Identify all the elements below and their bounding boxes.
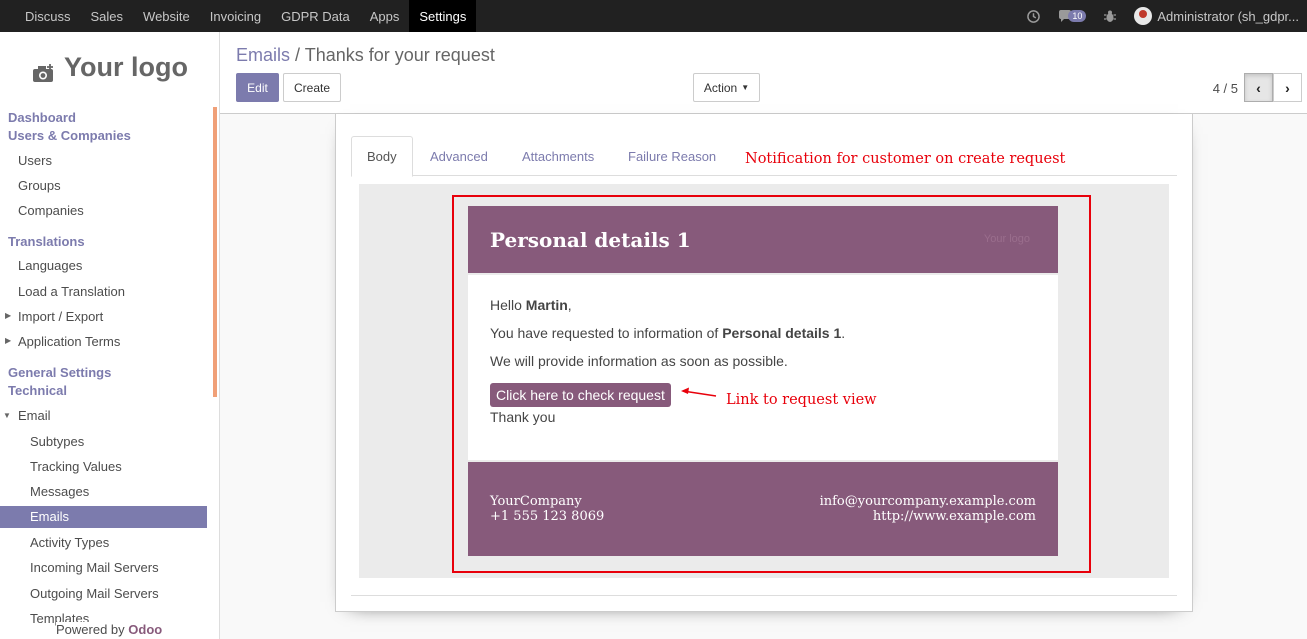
email-logo: Your logo: [983, 233, 1030, 245]
sidebar-general-settings[interactable]: General Settings: [8, 365, 111, 380]
menu-sales[interactable]: Sales: [81, 0, 134, 32]
sidebar-item-languages[interactable]: Languages: [18, 258, 82, 273]
breadcrumb: Emails / Thanks for your request: [236, 45, 495, 66]
odoo-link[interactable]: Odoo: [128, 622, 162, 637]
footer-website[interactable]: http://www.example.com: [820, 509, 1036, 524]
top-navbar: Discuss Sales Website Invoicing GDPR Dat…: [0, 0, 1307, 32]
chevron-left-icon: ‹: [1256, 79, 1261, 96]
sidebar-item-incoming-mail-servers[interactable]: Incoming Mail Servers: [30, 560, 159, 575]
menu-apps[interactable]: Apps: [360, 0, 410, 32]
control-panel: Emails / Thanks for your request Edit Cr…: [220, 32, 1307, 114]
request-name: Personal details 1: [722, 325, 842, 341]
tab-body[interactable]: Body: [351, 136, 413, 177]
sidebar-item-activity-types[interactable]: Activity Types: [30, 535, 109, 550]
chevron-right-icon: ›: [1285, 79, 1290, 96]
sidebar-item-email[interactable]: Email: [18, 408, 51, 423]
sidebar-item-messages[interactable]: Messages: [30, 484, 89, 499]
tab-attachments[interactable]: Attachments: [522, 136, 594, 176]
breadcrumb-emails[interactable]: Emails: [236, 45, 290, 65]
user-menu[interactable]: Administrator (sh_gdpr...: [1157, 9, 1299, 24]
caret-right-icon: ▶: [5, 311, 12, 320]
email-footer: YourCompany +1 555 123 8069 info@yourcom…: [468, 462, 1058, 556]
sidebar-item-companies[interactable]: Companies: [18, 203, 84, 218]
menu-settings[interactable]: Settings: [409, 0, 477, 32]
caret-down-icon: ▼: [3, 411, 11, 420]
sidebar-item-subtypes[interactable]: Subtypes: [30, 434, 84, 449]
sidebar-technical[interactable]: Technical: [8, 383, 67, 398]
menu-invoicing[interactable]: Invoicing: [200, 0, 271, 32]
request-line: You have requested to information of Per…: [490, 325, 846, 341]
sidebar-item-users[interactable]: Users: [18, 153, 52, 168]
check-request-button[interactable]: Click here to check request: [490, 383, 671, 407]
caret-down-icon: ▼: [741, 83, 750, 92]
sidebar-item-emails[interactable]: Emails: [0, 506, 207, 528]
next-record-button[interactable]: ›: [1273, 73, 1302, 102]
clock-icon[interactable]: [1027, 9, 1041, 23]
customer-name: Martin: [525, 297, 568, 313]
sidebar-item-tracking-values[interactable]: Tracking Values: [30, 459, 122, 474]
email-title: Personal details 1: [490, 228, 691, 252]
form-view: Body Advanced Attachments Failure Reason…: [220, 114, 1307, 639]
powered-by: Powered by Odoo: [56, 622, 163, 637]
email-header: Personal details 1 Your logo: [468, 206, 1058, 273]
action-dropdown[interactable]: Action ▼: [693, 73, 760, 102]
sidebar-item-application-terms[interactable]: Application Terms: [18, 334, 120, 349]
app-menu: Discuss Sales Website Invoicing GDPR Dat…: [0, 0, 477, 32]
footer-phone: +1 555 123 8069: [490, 509, 605, 524]
tab-advanced[interactable]: Advanced: [430, 136, 488, 176]
powered-prefix: Powered by: [56, 622, 125, 637]
chat-count-badge: 10: [1068, 10, 1087, 22]
chat-icon[interactable]: 10: [1058, 10, 1087, 22]
sidebar-users-companies[interactable]: Users & Companies: [8, 128, 131, 143]
user-avatar[interactable]: [1134, 7, 1153, 25]
menu-discuss[interactable]: Discuss: [15, 0, 81, 32]
camera-icon: [32, 59, 56, 82]
sidebar-item-groups[interactable]: Groups: [18, 178, 61, 193]
annotation-link: Link to request view: [726, 392, 877, 408]
create-button[interactable]: Create: [283, 73, 341, 102]
previous-record-button[interactable]: ‹: [1244, 73, 1273, 102]
form-sheet: Body Advanced Attachments Failure Reason…: [335, 114, 1193, 612]
breadcrumb-current: Thanks for your request: [304, 45, 495, 65]
caret-right-icon: ▶: [5, 336, 12, 345]
sidebar-item-load-translation[interactable]: Load a Translation: [18, 284, 125, 299]
company-logo[interactable]: Your logo: [32, 52, 188, 83]
divider: [351, 595, 1177, 596]
pager-value: 4 / 5: [1212, 81, 1238, 96]
email-content: Hello Martin, You have requested to info…: [468, 275, 1058, 460]
greeting: Hello Martin,: [490, 297, 572, 313]
action-label: Action: [703, 80, 738, 95]
footer-company: YourCompany: [490, 494, 582, 509]
email-body-preview: Personal details 1 Your logo Hello Marti…: [359, 184, 1169, 578]
info-line: We will provide information as soon as p…: [490, 353, 788, 369]
logo-text: Your logo: [64, 52, 188, 82]
footer-email[interactable]: info@yourcompany.example.com: [820, 494, 1036, 509]
annotation-notification: Notification for customer on create requ…: [745, 151, 1066, 167]
arrow-icon: [679, 386, 717, 401]
menu-website[interactable]: Website: [133, 0, 200, 32]
menu-gdpr-data[interactable]: GDPR Data: [271, 0, 360, 32]
thanks-line: Thank you: [490, 409, 556, 425]
sidebar-item-outgoing-mail-servers[interactable]: Outgoing Mail Servers: [30, 586, 159, 601]
sidebar-scrollbar[interactable]: [213, 107, 217, 397]
sidebar-item-import-export[interactable]: Import / Export: [18, 309, 103, 324]
bug-icon[interactable]: [1104, 10, 1117, 23]
breadcrumb-separator: /: [295, 45, 301, 65]
sidebar-dashboard[interactable]: Dashboard: [8, 110, 76, 125]
tab-failure-reason[interactable]: Failure Reason: [628, 136, 716, 176]
sidebar-translations[interactable]: Translations: [8, 234, 85, 249]
sidebar: Your logo Dashboard Users & Companies Us…: [0, 32, 220, 639]
edit-button[interactable]: Edit: [236, 73, 279, 102]
